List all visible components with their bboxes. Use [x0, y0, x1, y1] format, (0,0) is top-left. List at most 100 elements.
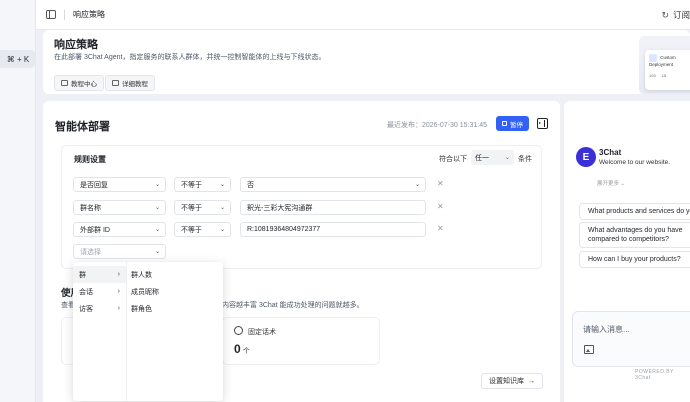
tutorial-center-label: 教程中心 — [71, 81, 97, 88]
chevron-right-icon: › — [117, 288, 120, 295]
suggested-question[interactable]: What advantages do you have compared to … — [579, 222, 690, 248]
suggested-question[interactable]: What products and services do you — [579, 203, 690, 220]
match-prefix: 符合以下 — [439, 156, 467, 163]
left-rail: ⌘ + K — [0, 0, 36, 402]
tutorial-center-button[interactable]: 教程中心 — [54, 75, 104, 91]
rule-field-select[interactable]: 外部群 ID ⌄ — [73, 222, 166, 237]
new-rule-field-select[interactable]: 请选择 ⌄ — [73, 244, 166, 259]
cascader-level-1: 群 › 会话 › 访客 › — [73, 266, 126, 317]
rule-value-input[interactable]: R:10819364804972377 — [240, 222, 426, 237]
sidebar-toggle-icon[interactable] — [46, 10, 56, 19]
preview-mini-card: Custom Deployment 103 15 — [645, 50, 690, 90]
fixed-script-count: 0个 — [234, 342, 250, 356]
rule-value-input[interactable]: 釈光-三彩大宪沟通群 — [240, 200, 426, 215]
topbar-divider — [64, 9, 65, 20]
cascader-option-label: 群 — [79, 271, 86, 279]
powered-by-label: POWERED BY 3Chat — [635, 369, 674, 381]
chat-input-placeholder: 请输入消息... — [583, 325, 630, 334]
rule-value: 釈光-三彩大宪沟通群 — [247, 204, 313, 212]
set-knowledge-base-label: 设置知识库 — [489, 378, 524, 385]
expand-more-link[interactable]: 展开更多 ⌄ — [597, 179, 625, 187]
rule-value-select[interactable]: 否 ⌄ — [240, 177, 426, 192]
refresh-icon: ↻ — [661, 9, 669, 20]
chevron-down-icon: ⌄ — [219, 227, 225, 233]
rule-operator-select[interactable]: 不等于 ⌄ — [174, 200, 231, 215]
image-upload-icon[interactable] — [584, 345, 594, 354]
chevron-down-icon: ⌄ — [219, 205, 225, 211]
chevron-down-icon: ⌄ — [414, 182, 420, 188]
pause-icon — [502, 121, 507, 126]
preview-mini-icon — [649, 54, 657, 62]
cascader-option-session[interactable]: 会话 › — [73, 283, 126, 300]
panel-toggle-icon[interactable] — [537, 118, 548, 129]
subscribe-label: 订阅 — [672, 10, 690, 20]
rule-field-value: 外部群 ID — [80, 226, 110, 234]
chevron-down-icon: ⌄ — [154, 249, 160, 255]
pause-button[interactable]: 暂停 — [496, 116, 529, 131]
bot-avatar: E — [576, 147, 596, 167]
rule-field-value: 群名称 — [80, 204, 101, 212]
chat-message-input[interactable]: 请输入消息... — [572, 311, 690, 367]
cascader-level-2: 群人数 成员昵称 群角色 — [126, 266, 159, 317]
deploy-title: 智能体部署 — [55, 121, 110, 133]
chevron-right-icon: › — [117, 271, 120, 278]
delete-rule-icon[interactable]: ✕ — [437, 179, 444, 188]
arrow-right-icon: → — [528, 377, 535, 385]
detailed-guide-button[interactable]: 详细教程 — [105, 75, 155, 91]
preview-thumbnail: Custom Deployment 103 15 — [639, 36, 690, 94]
fixed-script-value: 0 — [234, 342, 241, 356]
cascader-option-group-role[interactable]: 群角色 — [126, 300, 159, 317]
rule-operator-value: 不等于 — [181, 204, 202, 212]
new-rule-placeholder: 请选择 — [80, 248, 101, 256]
detailed-guide-label: 详细教程 — [122, 81, 148, 88]
cascader-option-label: 会话 — [79, 288, 93, 296]
delete-rule-icon[interactable]: ✕ — [437, 224, 444, 233]
set-knowledge-base-button[interactable]: 设置知识库 → — [481, 373, 543, 389]
chevron-down-icon: ⌄ — [504, 155, 510, 161]
rule-field-select[interactable]: 群名称 ⌄ — [73, 200, 166, 215]
usage-description: 的内容越丰富 3Chat 能成功处理的问题就越多。 — [215, 302, 364, 309]
doc-icon — [112, 80, 119, 86]
rule-field-select[interactable]: 是否回复 ⌄ — [73, 177, 166, 192]
chevron-right-icon: › — [117, 305, 120, 312]
command-shortcut[interactable]: ⌘ + K — [0, 50, 36, 68]
bot-name: 3Chat — [599, 148, 622, 157]
header-card: 响应策略 在此部署 3Chat Agent，指定服务的联系人群体，并统一控制智能… — [43, 30, 690, 94]
cascader-option-member-nickname[interactable]: 成员昵称 — [126, 283, 159, 300]
match-value: 任一 — [475, 154, 489, 162]
preview-number-1: 103 — [649, 73, 656, 78]
fixed-script-label: 固定话术 — [248, 329, 276, 336]
suggested-question[interactable]: How can I buy your products? — [579, 251, 690, 268]
rule-operator-select[interactable]: 不等于 ⌄ — [174, 222, 231, 237]
rule-value: R:10819364804972377 — [247, 226, 321, 233]
chat-preview-panel: E 3Chat Welcome to our website. 展开更多 ⌄ W… — [564, 101, 690, 402]
chevron-down-icon: ⌄ — [154, 227, 160, 233]
cascader-option-label: 访客 — [79, 305, 93, 313]
header-description: 在此部署 3Chat Agent，指定服务的联系人群体，并统一控制智能体的上线与… — [54, 54, 326, 61]
chevron-down-icon: ⌄ — [219, 182, 225, 188]
page-title: 响应策略 — [73, 10, 105, 19]
rule-operator-value: 不等于 — [181, 226, 202, 234]
header-title: 响应策略 — [54, 39, 98, 51]
rules-title: 规则设置 — [74, 155, 106, 164]
chevron-down-icon: ⌄ — [154, 205, 160, 211]
delete-rule-icon[interactable]: ✕ — [437, 202, 444, 211]
subscribe-button[interactable]: ↻ 订阅 — [661, 0, 690, 30]
fixed-script-unit: 个 — [242, 348, 250, 355]
last-published: 最近发布：2026-07-30 15:31:45 — [387, 122, 487, 129]
fixed-script-stat-card[interactable]: 固定话术 0个 — [222, 317, 380, 365]
cascader-option-visitor[interactable]: 访客 › — [73, 300, 126, 317]
match-select[interactable]: 任一 ⌄ — [471, 150, 514, 165]
pause-label: 暂停 — [510, 121, 523, 129]
match-suffix: 条件 — [518, 156, 532, 163]
bot-welcome-message: Welcome to our website. — [599, 159, 671, 166]
cascader-option-group[interactable]: 群 › — [73, 266, 126, 283]
topbar: 响应策略 ↻ 订阅 — [36, 0, 690, 30]
preview-number-2: 15 — [661, 73, 667, 78]
rule-operator-select[interactable]: 不等于 ⌄ — [174, 177, 231, 192]
cascader-option-member-count[interactable]: 群人数 — [126, 266, 159, 283]
book-icon — [61, 80, 68, 86]
field-cascader-dropdown: 群 › 会话 › 访客 › 群人数 成员昵称 群角色 — [73, 262, 223, 401]
chat-bubble-icon — [234, 326, 243, 335]
rule-field-value: 是否回复 — [80, 181, 108, 189]
